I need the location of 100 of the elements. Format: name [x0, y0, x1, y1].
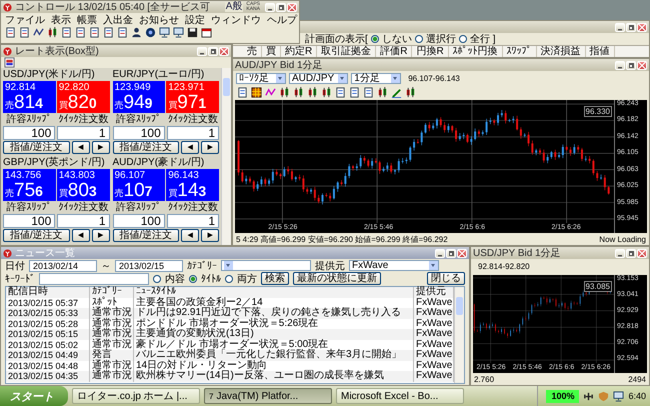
document-icon[interactable]: [117, 27, 128, 38]
monitor-icon[interactable]: [159, 27, 170, 38]
sell-rate-panel[interactable]: 92.814 売814: [3, 81, 56, 113]
column-header[interactable]: ｶﾃｺﾞﾘｰ: [90, 287, 134, 298]
radio-button[interactable]: [153, 274, 161, 282]
radio-button[interactable]: [458, 35, 467, 43]
column-header[interactable]: 配信日時: [6, 287, 90, 298]
minimize-button[interactable]: [615, 22, 625, 32]
column-header[interactable]: 買: [262, 46, 281, 57]
menu-item[interactable]: ウィンドウ: [211, 12, 261, 26]
radio-button[interactable]: [414, 35, 423, 43]
column-header[interactable]: 売: [243, 46, 262, 57]
taskbar-button[interactable]: ロイター.co.jp ホーム |...: [72, 388, 200, 404]
radio-label[interactable]: 内容: [165, 272, 185, 286]
line-chart-icon[interactable]: [33, 27, 44, 38]
order-button[interactable]: 指値/逆注文: [3, 229, 70, 242]
disc-icon[interactable]: [145, 27, 156, 38]
provider-dropdown[interactable]: FxWave: [349, 260, 439, 271]
input-field[interactable]: 100: [3, 126, 56, 140]
document-icon[interactable]: [237, 87, 248, 98]
close-button[interactable]: 閉じる: [427, 272, 465, 285]
maximize-button[interactable]: [276, 2, 286, 12]
column-header[interactable]: ﾆｭｰｽﾀｲﾄﾙ: [134, 287, 414, 298]
zoom-indicator[interactable]: 100%: [546, 390, 580, 402]
close-button[interactable]: [287, 2, 297, 12]
input-field[interactable]: 1: [57, 214, 110, 228]
document-icon[interactable]: [89, 27, 100, 38]
keyword-field[interactable]: [39, 272, 149, 284]
menu-item[interactable]: 表示: [51, 12, 71, 26]
ime-indicator[interactable]: A般: [224, 2, 244, 12]
document-icon[interactable]: [335, 87, 346, 98]
maximize-button[interactable]: [208, 46, 218, 56]
document-icon[interactable]: [103, 27, 114, 38]
order-button[interactable]: 指値/逆注文: [112, 141, 179, 154]
input-field[interactable]: 100: [112, 126, 165, 140]
candlestick-icon[interactable]: [279, 87, 290, 98]
minimize-button[interactable]: [615, 248, 625, 258]
candlestick-icon[interactable]: [321, 87, 332, 98]
close-button[interactable]: [457, 248, 467, 258]
buy-rate-panel[interactable]: 123.971 買971: [166, 81, 219, 113]
column-header[interactable]: 約定R: [281, 46, 318, 57]
document-icon[interactable]: [61, 27, 72, 38]
candlestick-icon[interactable]: [293, 87, 304, 98]
input-field[interactable]: 1: [166, 214, 219, 228]
input-field[interactable]: 100: [112, 214, 165, 228]
order-button[interactable]: 指値/逆注文: [3, 141, 70, 154]
menu-item[interactable]: 設定: [185, 12, 205, 26]
taskbar-button[interactable]: Microsoft Excel - Bo...: [336, 388, 464, 404]
column-header[interactable]: 円換R: [412, 46, 449, 57]
column-header[interactable]: ｽﾜｯﾌﾟ: [502, 46, 537, 57]
document-icon[interactable]: [19, 27, 30, 38]
scrollbar[interactable]: [221, 68, 231, 245]
candlestick-icon[interactable]: [405, 87, 416, 98]
menu-item[interactable]: ヘルプ: [267, 12, 297, 26]
menu-item[interactable]: お知らせ: [139, 12, 179, 26]
close-button[interactable]: [637, 60, 647, 70]
document-icon[interactable]: [5, 27, 16, 38]
column-header[interactable]: 決済損益: [536, 46, 586, 57]
column-header[interactable]: 指値: [586, 46, 615, 57]
sell-rate-panel[interactable]: 96.107 売 107: [112, 169, 166, 201]
date-field[interactable]: 2013/02/15: [115, 260, 183, 272]
maximize-button[interactable]: [626, 22, 636, 32]
buy-rate-panel[interactable]: 96.143 買143: [166, 169, 219, 201]
radio-label[interactable]: 両方: [237, 272, 257, 286]
column-header[interactable]: 取引証拠金: [317, 46, 376, 57]
minimize-button[interactable]: [435, 248, 445, 258]
radio-button[interactable]: [189, 274, 197, 282]
radio-label[interactable]: 全行: [470, 32, 490, 46]
candlestick-icon[interactable]: [47, 27, 58, 38]
maximize-button[interactable]: [626, 60, 636, 70]
monitor-icon[interactable]: [613, 390, 624, 402]
maximize-button[interactable]: [626, 248, 636, 258]
pen-icon[interactable]: [391, 87, 402, 98]
dropdown[interactable]: AUD/JPY: [289, 73, 348, 84]
document-icon[interactable]: [349, 87, 360, 98]
buy-rate-panel[interactable]: 143.803 買803: [56, 169, 110, 201]
radio-label[interactable]: しない: [382, 32, 412, 46]
candlestick-icon[interactable]: [377, 87, 388, 98]
document-icon[interactable]: [363, 87, 374, 98]
radio-button[interactable]: [370, 35, 379, 43]
minimize-button[interactable]: [265, 2, 275, 12]
candlestick-icon[interactable]: [307, 87, 318, 98]
minimize-button[interactable]: [197, 46, 207, 56]
close-button[interactable]: [637, 248, 647, 258]
input-field[interactable]: 100: [3, 214, 56, 228]
dropdown[interactable]: 1分足: [351, 73, 402, 84]
input-field[interactable]: 1: [57, 126, 110, 140]
person-icon[interactable]: [131, 27, 142, 38]
dropdown[interactable]: ﾛｰｿｸ足: [236, 73, 286, 84]
close-button[interactable]: [637, 22, 647, 32]
menu-item[interactable]: 帳票: [77, 12, 97, 26]
calendar-icon[interactable]: [201, 27, 212, 38]
search-button[interactable]: 検索: [261, 272, 289, 285]
column-header[interactable]: 評価R: [376, 46, 412, 57]
grid-icon[interactable]: [251, 87, 262, 98]
input-field[interactable]: 1: [166, 126, 219, 140]
sell-rate-panel[interactable]: 143.756 売756: [3, 169, 56, 201]
close-button[interactable]: [219, 46, 229, 56]
monitor-icon[interactable]: [173, 27, 184, 38]
sell-rate-panel[interactable]: 123.949 売949: [112, 81, 166, 113]
